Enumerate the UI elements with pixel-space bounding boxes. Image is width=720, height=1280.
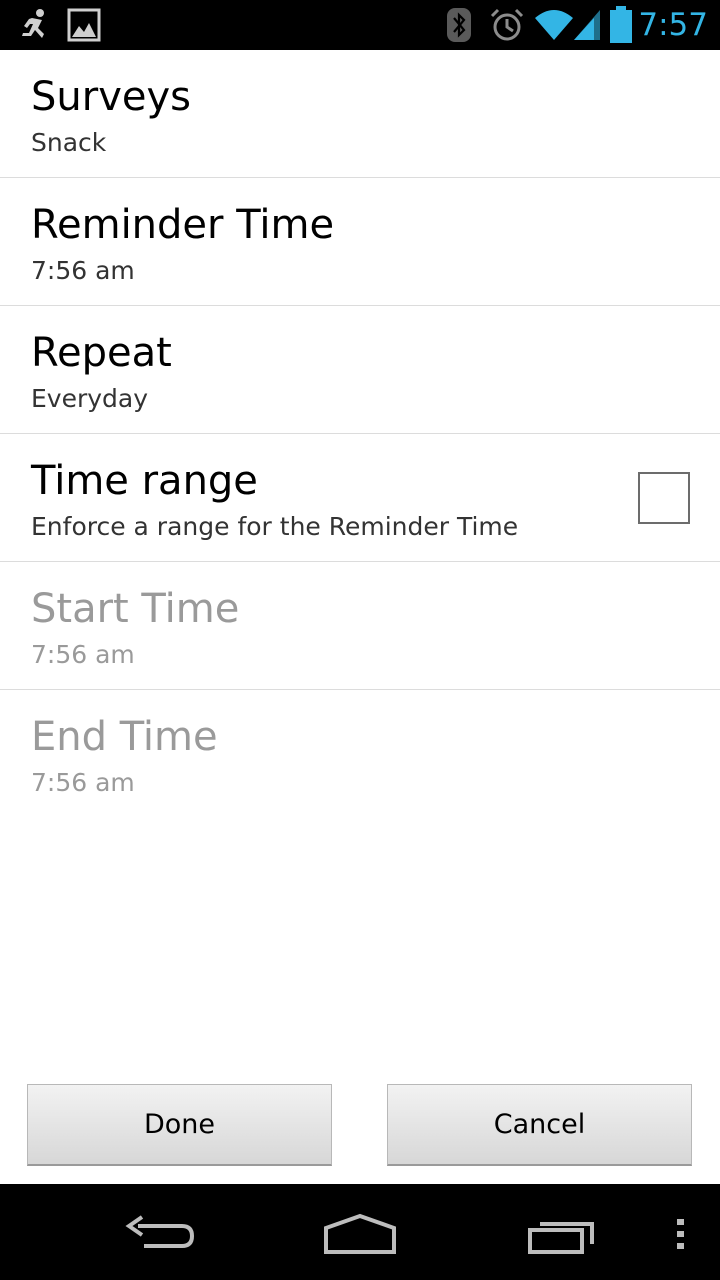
pref-title: End Time xyxy=(31,714,218,760)
status-bar: 7:57 xyxy=(0,0,720,50)
pref-summary: 7:56 am xyxy=(31,768,135,797)
pref-start-time: Start Time 7:56 am xyxy=(0,562,720,690)
pref-surveys[interactable]: Surveys Snack xyxy=(0,50,720,178)
button-bar: Done Cancel xyxy=(0,1084,720,1168)
navigation-bar xyxy=(0,1184,720,1280)
wifi-icon xyxy=(535,10,573,40)
pref-title: Time range xyxy=(31,458,258,504)
home-icon[interactable] xyxy=(322,1212,398,1256)
cancel-button[interactable]: Cancel xyxy=(387,1084,692,1166)
pref-summary: Enforce a range for the Reminder Time xyxy=(31,512,519,541)
pref-summary: Snack xyxy=(31,128,107,157)
pref-title: Start Time xyxy=(31,586,240,632)
pref-end-time: End Time 7:56 am xyxy=(0,690,720,818)
image-icon xyxy=(67,8,101,42)
pref-summary: 7:56 am xyxy=(31,256,135,285)
menu-icon[interactable] xyxy=(674,1218,688,1250)
pref-summary: 7:56 am xyxy=(31,640,135,669)
battery-icon xyxy=(610,6,632,43)
recent-apps-icon[interactable] xyxy=(526,1214,598,1258)
preference-list: Surveys Snack Reminder Time 7:56 am Repe… xyxy=(0,50,720,818)
pref-title: Surveys xyxy=(31,74,191,120)
pref-title: Repeat xyxy=(31,330,172,376)
done-button[interactable]: Done xyxy=(27,1084,332,1166)
back-icon[interactable] xyxy=(124,1214,196,1254)
status-clock: 7:57 xyxy=(638,7,708,43)
pref-title: Reminder Time xyxy=(31,202,335,248)
pref-summary: Everyday xyxy=(31,384,149,413)
pref-repeat[interactable]: Repeat Everyday xyxy=(0,306,720,434)
pref-time-range[interactable]: Time range Enforce a range for the Remin… xyxy=(0,434,720,562)
time-range-checkbox[interactable] xyxy=(638,472,690,524)
pref-reminder-time[interactable]: Reminder Time 7:56 am xyxy=(0,178,720,306)
bluetooth-icon xyxy=(447,8,471,42)
alarm-icon xyxy=(490,8,524,41)
running-figure-icon xyxy=(22,9,44,38)
signal-icon xyxy=(574,10,600,40)
